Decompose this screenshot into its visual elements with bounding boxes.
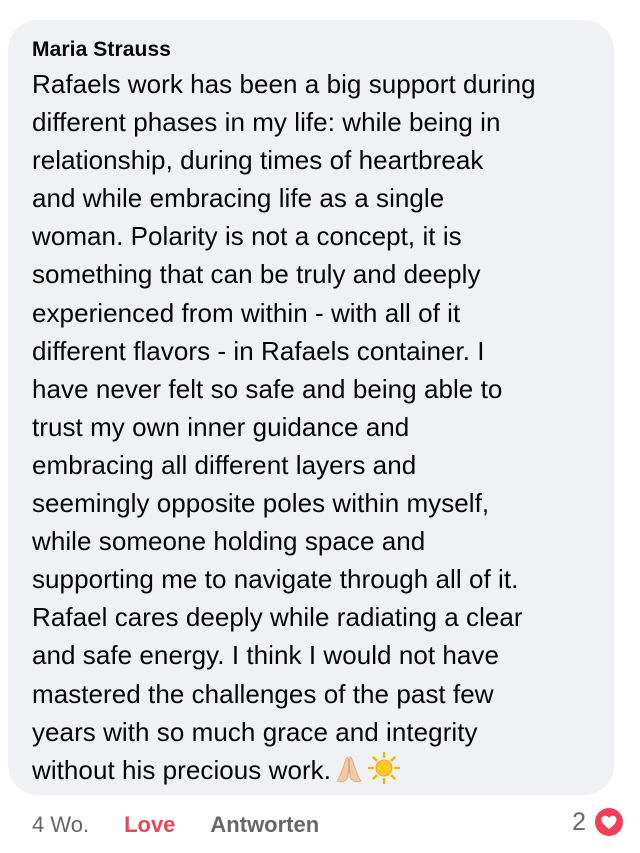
comment-timestamp[interactable]: 4 Wo.	[32, 812, 89, 838]
reaction-summary[interactable]: 2	[572, 805, 626, 839]
reaction-count: 2	[572, 807, 586, 836]
love-button[interactable]: Love	[124, 812, 175, 838]
praying-hands-icon	[333, 753, 365, 795]
heart-reaction-icon	[593, 806, 625, 838]
reply-button[interactable]: Antworten	[210, 812, 319, 838]
sun-icon	[367, 751, 401, 795]
comment-actions: 4 Wo. Love Antworten	[32, 810, 319, 840]
comment-text-block: Rafaels work has been a big support duri…	[32, 65, 594, 795]
comment-bubble: Maria Strauss Rafaels work has been a bi…	[8, 20, 614, 795]
comment-text: Rafaels work has been a big support duri…	[32, 69, 536, 785]
comment-author[interactable]: Maria Strauss	[32, 38, 594, 62]
